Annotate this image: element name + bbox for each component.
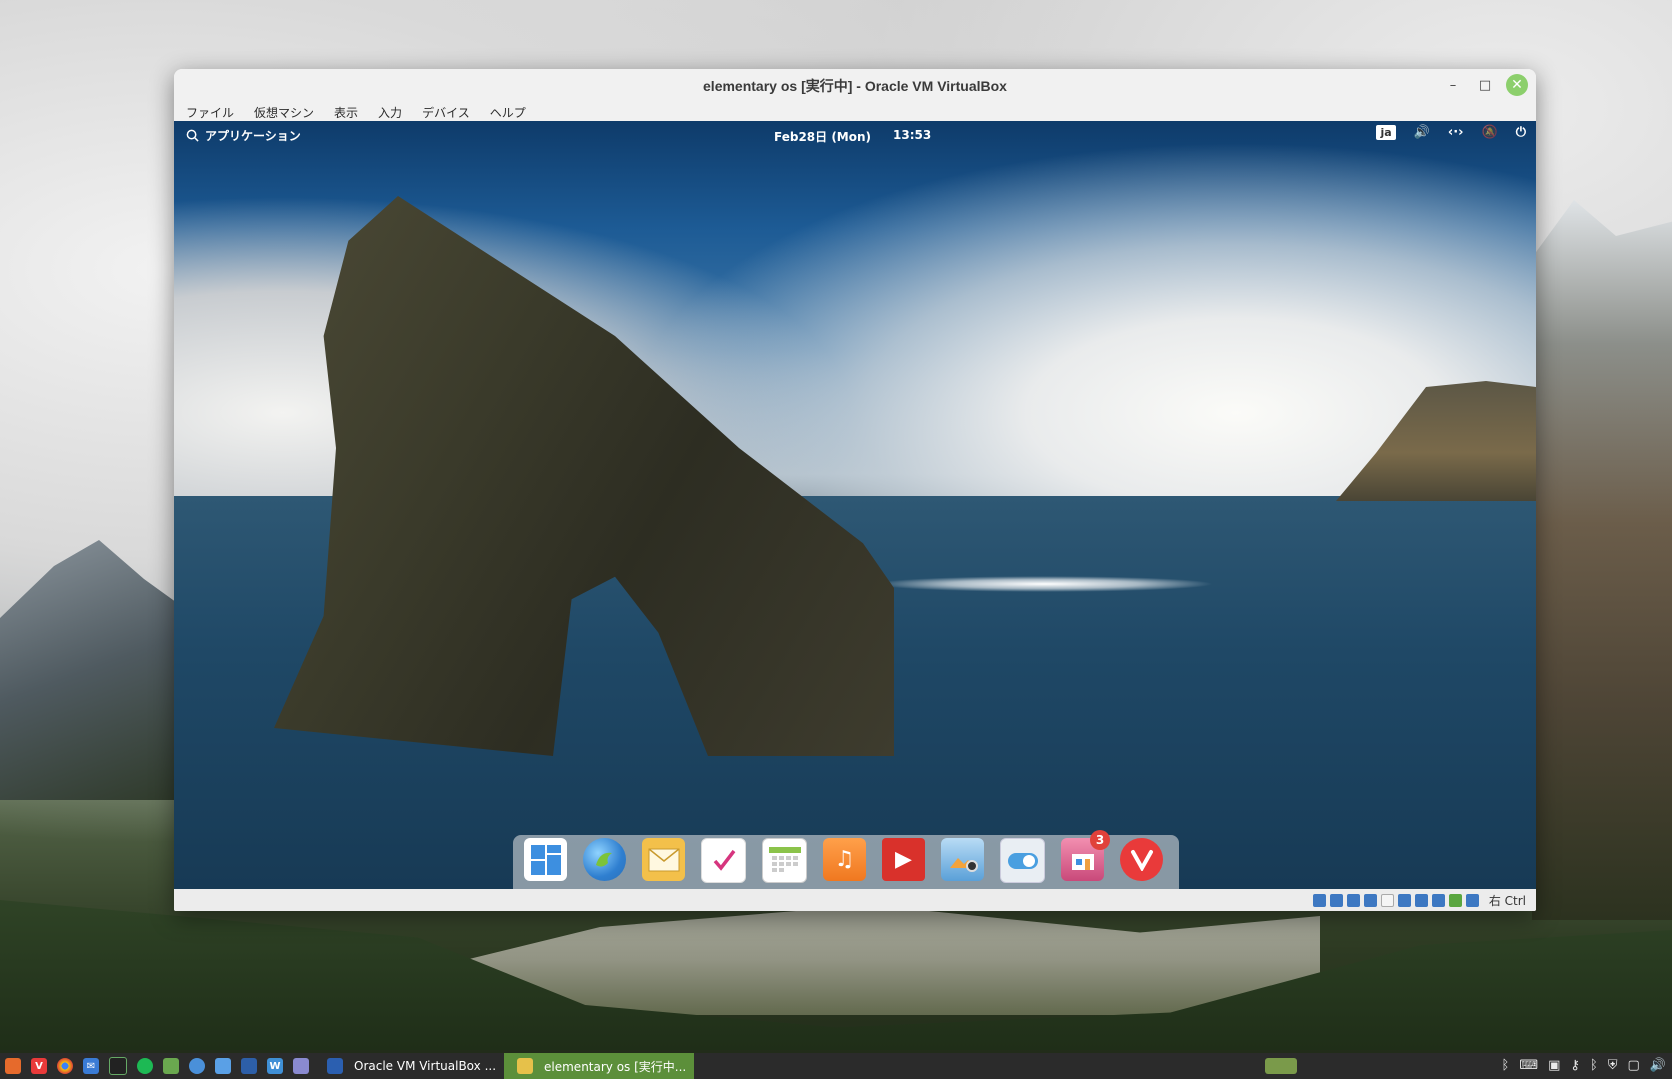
bluetooth-icon-2[interactable]: ᛒ [1590,1058,1598,1073]
settings-icon[interactable] [215,1058,231,1074]
taskbar-item-virtualbox-label: Oracle VM VirtualBox ... [354,1059,497,1073]
volume-icon[interactable]: 🔊 [1650,1058,1666,1073]
panel-indicators: ja 🔊 ‹·› 🔕 ⏻ [1376,125,1526,140]
workspace-switcher-icon[interactable] [1265,1058,1297,1074]
background-mountain-right [1532,200,1672,920]
network-adapter-icon[interactable] [1363,893,1377,907]
system-tray: ᛒ ⌨ ▣ ⚷ ᛒ ⛨ ▢ 🔊 [1502,1058,1666,1073]
optical-drive-icon[interactable] [1329,893,1343,907]
dock-icons: ♫ ▶ 3 [524,830,1163,883]
applications-menu[interactable]: アプリケーション [186,127,301,144]
vivaldi-browser-icon[interactable] [1120,838,1163,881]
firefox-icon[interactable] [5,1058,21,1074]
input-method-icon[interactable]: ⚷ [1570,1058,1580,1073]
music-icon[interactable]: ♫ [823,838,866,881]
mail-icon[interactable]: ✉ [83,1058,99,1074]
menu-machine[interactable]: 仮想マシン [254,104,314,121]
audio-icon[interactable] [1346,893,1360,907]
system-settings-icon[interactable] [1000,838,1045,883]
taskbar-item-elementary[interactable]: elementary os [実行中... [504,1053,695,1079]
menu-bar: ファイル 仮想マシン 表示 入力 デバイス ヘルプ [174,102,1536,122]
tasks-icon[interactable] [701,838,746,883]
bluetooth-icon[interactable]: ᛒ [1502,1058,1510,1073]
menu-file[interactable]: ファイル [186,104,234,121]
network-icon[interactable]: ‹·› [1448,125,1464,140]
search-icon [186,129,199,142]
window-controls: – □ ✕ [1442,74,1528,96]
clipboard-icon[interactable]: ▢ [1628,1058,1640,1073]
power-icon[interactable]: ⏻ [1516,125,1526,140]
menu-devices[interactable]: デバイス [422,104,470,121]
taskbar-item-virtualbox[interactable]: Oracle VM VirtualBox ... [314,1053,504,1079]
datetime-indicator[interactable]: Feb28日 (Mon) 13:53 [774,128,931,145]
date-label: Feb28日 (Mon) [774,130,872,144]
close-button[interactable]: ✕ [1506,74,1528,96]
calendar-icon[interactable] [762,838,807,883]
applications-label: アプリケーション [205,129,301,143]
update-manager-icon[interactable]: ▣ [1548,1058,1560,1073]
shield-icon[interactable]: ⛨ [1608,1058,1618,1073]
display-icon[interactable] [1414,893,1428,907]
vm-screen[interactable]: アプリケーション Feb28日 (Mon) 13:53 ja 🔊 ‹·› 🔕 ⏻ [174,121,1536,889]
audio-editor-icon[interactable] [163,1058,179,1074]
virtualbox-icon [327,1058,343,1074]
time-label: 13:53 [893,128,932,142]
multitasking-view-icon[interactable] [524,838,567,881]
system-monitor-icon[interactable] [109,1057,127,1075]
keyboard-layout-indicator[interactable]: ja [1376,125,1396,140]
shared-folders-icon[interactable] [1397,893,1411,907]
hard-disk-icon[interactable] [1312,893,1326,907]
screenshot-icon[interactable] [189,1058,205,1074]
guest-top-panel: アプリケーション Feb28日 (Mon) 13:53 ja 🔊 ‹·› 🔕 ⏻ [174,121,1536,149]
appcenter-update-badge: 3 [1090,830,1110,850]
keyboard-icon[interactable]: ⌨ [1519,1058,1538,1073]
mouse-integration-icon[interactable] [1465,893,1479,907]
app-icon[interactable] [241,1058,257,1074]
vm-icon [517,1058,534,1074]
photos-icon[interactable] [941,838,984,881]
writer-icon[interactable]: W [267,1058,283,1074]
host-key-label: 右 Ctrl [1488,893,1526,908]
window-titlebar[interactable]: elementary os [実行中] - Oracle VM VirtualB… [174,69,1536,102]
volume-icon[interactable]: 🔊 [1414,125,1430,140]
menu-help[interactable]: ヘルプ [490,104,526,121]
web-browser-icon[interactable] [583,838,626,881]
appcenter-icon[interactable]: 3 [1061,830,1110,881]
minimize-button[interactable]: – [1442,74,1464,96]
background-mountain-left [0,540,180,800]
menu-view[interactable]: 表示 [334,104,358,121]
host-taskbar: V ✉ W Oracle VM VirtualBox ... elementar… [0,1053,1672,1079]
vbox-status-bar: 右 Ctrl [174,889,1536,911]
maximize-button[interactable]: □ [1474,74,1496,96]
wallpaper-headland [1336,381,1536,501]
recording-icon[interactable] [1431,893,1445,907]
virtualbox-window: elementary os [実行中] - Oracle VM VirtualB… [174,69,1536,911]
cpu-icon[interactable] [1448,893,1462,907]
videos-icon[interactable]: ▶ [882,838,925,881]
spotify-icon[interactable] [137,1058,153,1074]
text-editor-icon[interactable] [293,1058,309,1074]
usb-icon[interactable] [1380,893,1394,907]
taskbar-item-elementary-label: elementary os [実行中... [544,1059,687,1074]
notifications-icon[interactable]: 🔕 [1482,125,1498,140]
window-title: elementary os [実行中] - Oracle VM VirtualB… [703,77,1007,94]
mail-icon[interactable] [642,838,685,881]
wallpaper-foam [874,576,1214,592]
chrome-icon[interactable] [57,1058,73,1074]
vivaldi-icon[interactable]: V [31,1058,47,1074]
menu-input[interactable]: 入力 [378,104,402,121]
